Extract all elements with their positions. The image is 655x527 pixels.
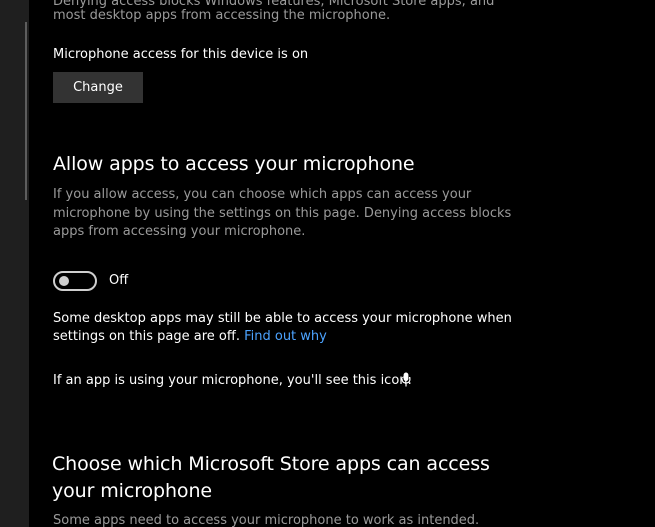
store-apps-description-line-1: Some apps need to access your microphone… — [53, 513, 480, 527]
store-apps-heading-line-1: Choose which Microsoft Store apps can ac… — [52, 453, 490, 475]
desktop-apps-note-line-2: settings on this page are off. Find out … — [53, 328, 327, 347]
desktop-apps-note-text: settings on this page are off. — [53, 329, 240, 344]
intro-description-line-2: most desktop apps from accessing the mic… — [53, 8, 391, 23]
allow-apps-toggle[interactable] — [53, 271, 97, 291]
microphone-icon — [401, 372, 411, 387]
device-access-status: Microphone access for this device is on — [53, 47, 309, 62]
rail-scrollbar[interactable] — [25, 22, 27, 200]
toggle-knob — [59, 276, 69, 286]
navigation-rail — [0, 0, 29, 527]
allow-apps-heading: Allow apps to access your microphone — [53, 153, 415, 175]
allow-apps-description-line-1: If you allow access, you can choose whic… — [53, 187, 472, 202]
desktop-apps-note-line-1: Some desktop apps may still be able to a… — [53, 311, 512, 326]
toggle-state-label: Off — [109, 273, 129, 288]
store-apps-heading-line-2: your microphone — [52, 480, 212, 502]
change-button[interactable]: Change — [53, 72, 143, 103]
find-out-why-link[interactable]: Find out why — [244, 329, 327, 344]
allow-apps-description-line-2: microphone by using the settings on this… — [53, 206, 512, 221]
settings-content: Denying access blocks Windows features, … — [29, 0, 655, 527]
allow-apps-description-line-3: apps from accessing your microphone. — [53, 224, 306, 239]
icon-note-text: If an app is using your microphone, you'… — [53, 373, 412, 388]
